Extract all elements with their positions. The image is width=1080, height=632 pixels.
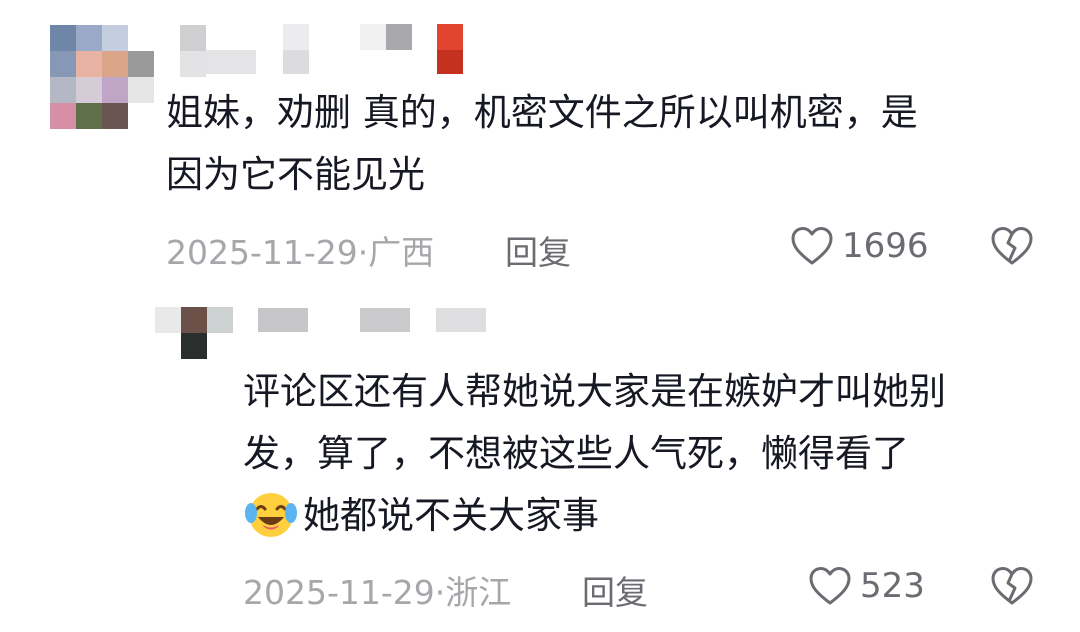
badge-blurred [437, 50, 463, 74]
crying-laughing-emoji [245, 492, 297, 537]
reply-avatar[interactable] [155, 307, 233, 359]
comment-date: 2025-11-29 [166, 233, 358, 272]
dislike-button[interactable] [990, 566, 1034, 610]
reply-text-line: 发，算了，不想被这些人气死，懒得看了 [243, 432, 909, 475]
meta-separator: · [357, 233, 369, 272]
username-blurred[interactable] [180, 25, 206, 77]
reply-location: 浙江 [445, 573, 512, 612]
username-blurred-part [360, 24, 386, 50]
reply-button[interactable]: 回复 [505, 226, 571, 274]
comment-meta: 2025-11-29·广西 [166, 226, 434, 274]
badge-blurred [437, 24, 463, 50]
reply-username-blurred-part [436, 308, 486, 332]
avatar[interactable] [50, 25, 154, 129]
username-blurred-part [283, 24, 309, 50]
reply-date: 2025-11-29 [243, 573, 435, 612]
reply-meta: 2025-11-29·浙江 [243, 566, 511, 614]
username-blurred-part [386, 24, 412, 50]
username-blurred-part [283, 50, 309, 74]
heart-outline-icon [809, 567, 851, 605]
comment-text-line: 因为它不能见光 [166, 153, 425, 196]
like-button[interactable]: 1696 [790, 226, 929, 266]
reply-text: 评论区还有人帮她说大家是在嫉妒才叫她别 发，算了，不想被这些人气死，懒得看了 她… [243, 367, 946, 543]
reply-text-line: 评论区还有人帮她说大家是在嫉妒才叫她别 [243, 370, 946, 413]
heart-outline-icon [791, 227, 833, 265]
dislike-button[interactable] [990, 226, 1034, 270]
like-button[interactable]: 523 [808, 566, 925, 606]
meta-separator: · [434, 573, 446, 612]
reply-username-blurred-part [360, 308, 410, 332]
broken-heart-icon [991, 227, 1033, 265]
username-blurred-part [206, 50, 256, 74]
comment-text: 姐妹，劝删 真的，机密文件之所以叫机密，是 因为它不能见光 [166, 88, 918, 200]
comment-location: 广西 [368, 233, 435, 272]
reply-text-line3: 她都说不关大家事 [303, 494, 599, 537]
reply-username-blurred[interactable] [258, 308, 308, 332]
reply-button[interactable]: 回复 [582, 566, 648, 614]
like-count: 1696 [842, 226, 929, 266]
like-count: 523 [860, 566, 925, 606]
comment-text-line: 姐妹，劝删 真的，机密文件之所以叫机密，是 [166, 91, 918, 134]
broken-heart-icon [991, 567, 1033, 605]
reply-text-line: 她都说不关大家事 [243, 491, 946, 543]
